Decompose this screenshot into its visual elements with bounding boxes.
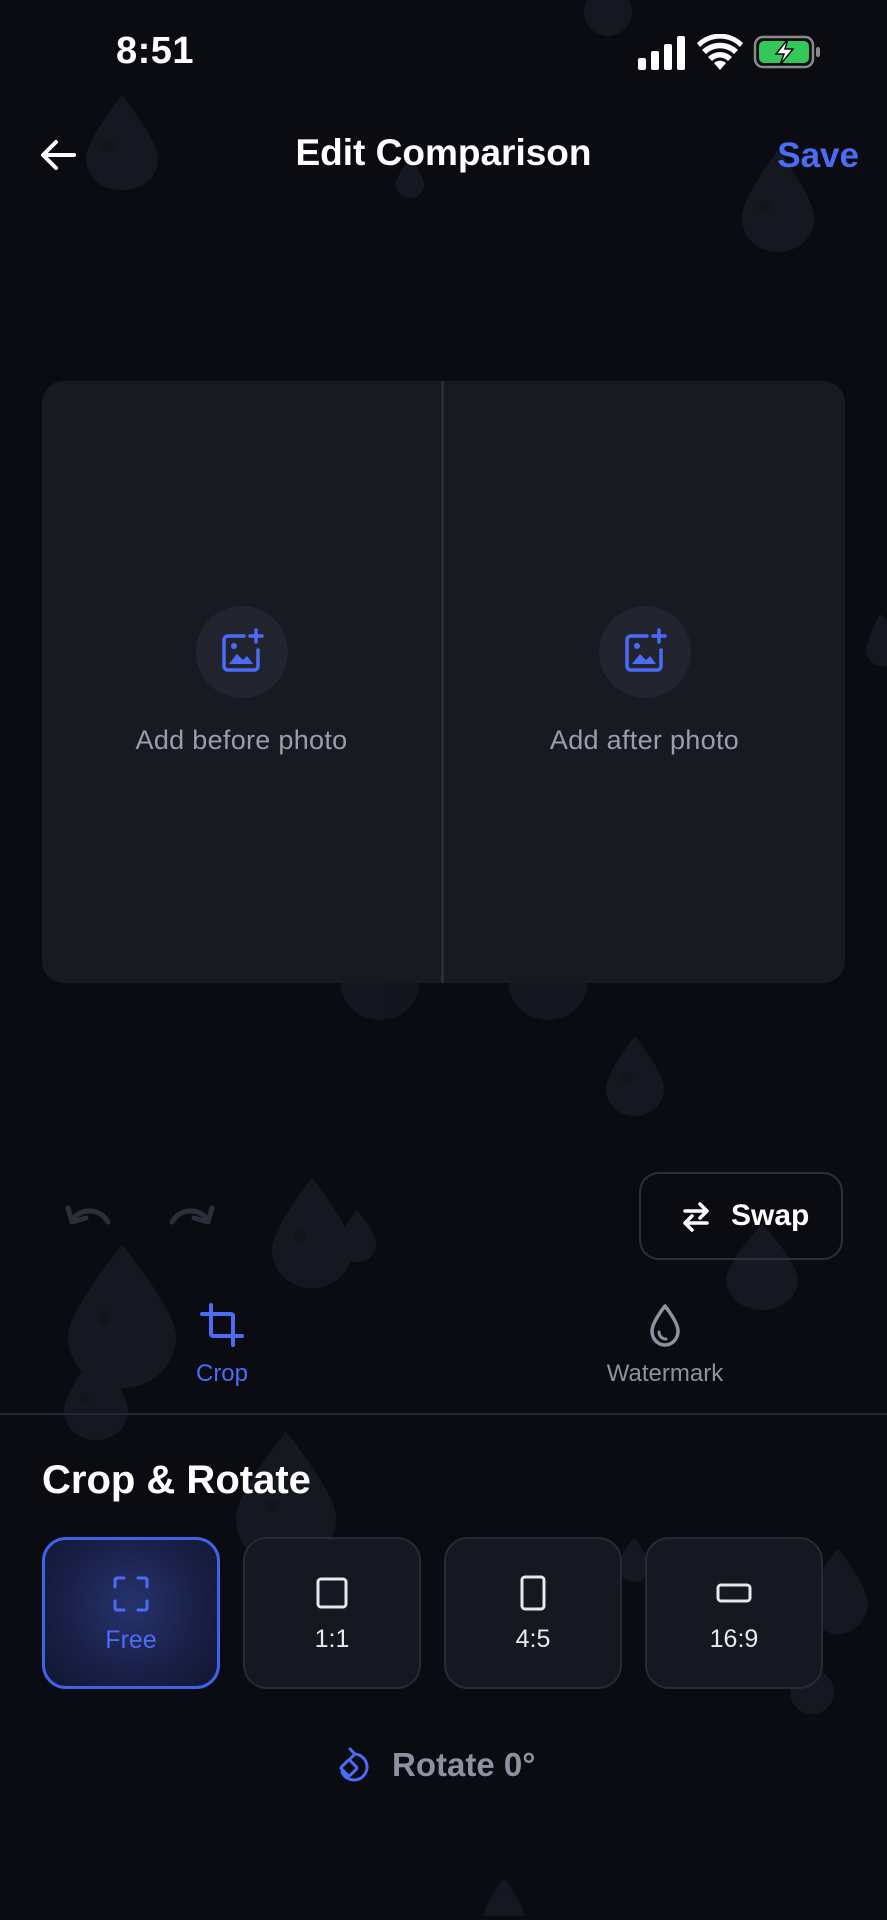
add-photo-icon <box>221 628 264 672</box>
ratio-label: 4:5 <box>515 1625 551 1653</box>
add-before-photo-label: Add before photo <box>135 725 348 755</box>
tab-watermark[interactable]: Watermark <box>565 1302 765 1392</box>
section-title: Crop & Rotate <box>42 1458 311 1502</box>
ratio-16-9-button[interactable]: 16:9 <box>645 1537 823 1689</box>
rotate-button[interactable]: Rotate 0° <box>334 1740 554 1794</box>
add-photo-icon-circle <box>195 606 288 698</box>
add-before-photo-button[interactable]: Add before photo <box>42 381 441 983</box>
swap-button[interactable]: Swap <box>639 1172 843 1260</box>
status-time: 8:51 <box>116 30 195 72</box>
cellular-signal-icon <box>638 36 685 70</box>
undo-button[interactable] <box>64 1200 116 1240</box>
ratio-1-1-button[interactable]: 1:1 <box>243 1537 421 1689</box>
wifi-icon <box>697 34 743 70</box>
water-drop-icon <box>650 1304 680 1347</box>
tab-crop[interactable]: Crop <box>122 1302 322 1392</box>
tab-watermark-label: Watermark <box>606 1360 724 1387</box>
status-icons <box>638 34 820 70</box>
ratio-label: Free <box>105 1626 157 1654</box>
rotate-label: Rotate 0° <box>392 1746 536 1783</box>
portrait-icon <box>520 1575 546 1611</box>
add-after-photo-label: Add after photo <box>549 725 740 755</box>
comparison-canvas: Add before photo Add after photo <box>42 381 845 983</box>
ratio-free-button[interactable]: Free <box>42 1537 220 1689</box>
page-title: Edit Comparison <box>295 132 592 173</box>
redo-icon <box>169 1205 215 1225</box>
crop-icon <box>200 1303 244 1347</box>
free-crop-icon <box>113 1576 149 1612</box>
add-photo-icon <box>624 628 667 672</box>
ratio-4-5-button[interactable]: 4:5 <box>444 1537 622 1689</box>
ratio-label: 16:9 <box>709 1625 759 1653</box>
battery-charging-icon <box>753 35 820 69</box>
undo-icon <box>65 1205 111 1225</box>
swap-arrows-icon <box>683 1202 709 1232</box>
tabs-divider <box>0 1413 887 1415</box>
landscape-icon <box>716 1583 752 1603</box>
add-photo-icon-circle <box>598 606 691 698</box>
ratio-label: 1:1 <box>314 1625 350 1653</box>
add-after-photo-button[interactable]: Add after photo <box>444 381 845 983</box>
tab-crop-label: Crop <box>195 1360 249 1387</box>
rotate-icon <box>339 1747 369 1782</box>
redo-button[interactable] <box>164 1200 216 1240</box>
save-button[interactable]: Save <box>777 136 859 176</box>
square-icon <box>316 1577 348 1609</box>
swap-label: Swap <box>731 1199 810 1232</box>
